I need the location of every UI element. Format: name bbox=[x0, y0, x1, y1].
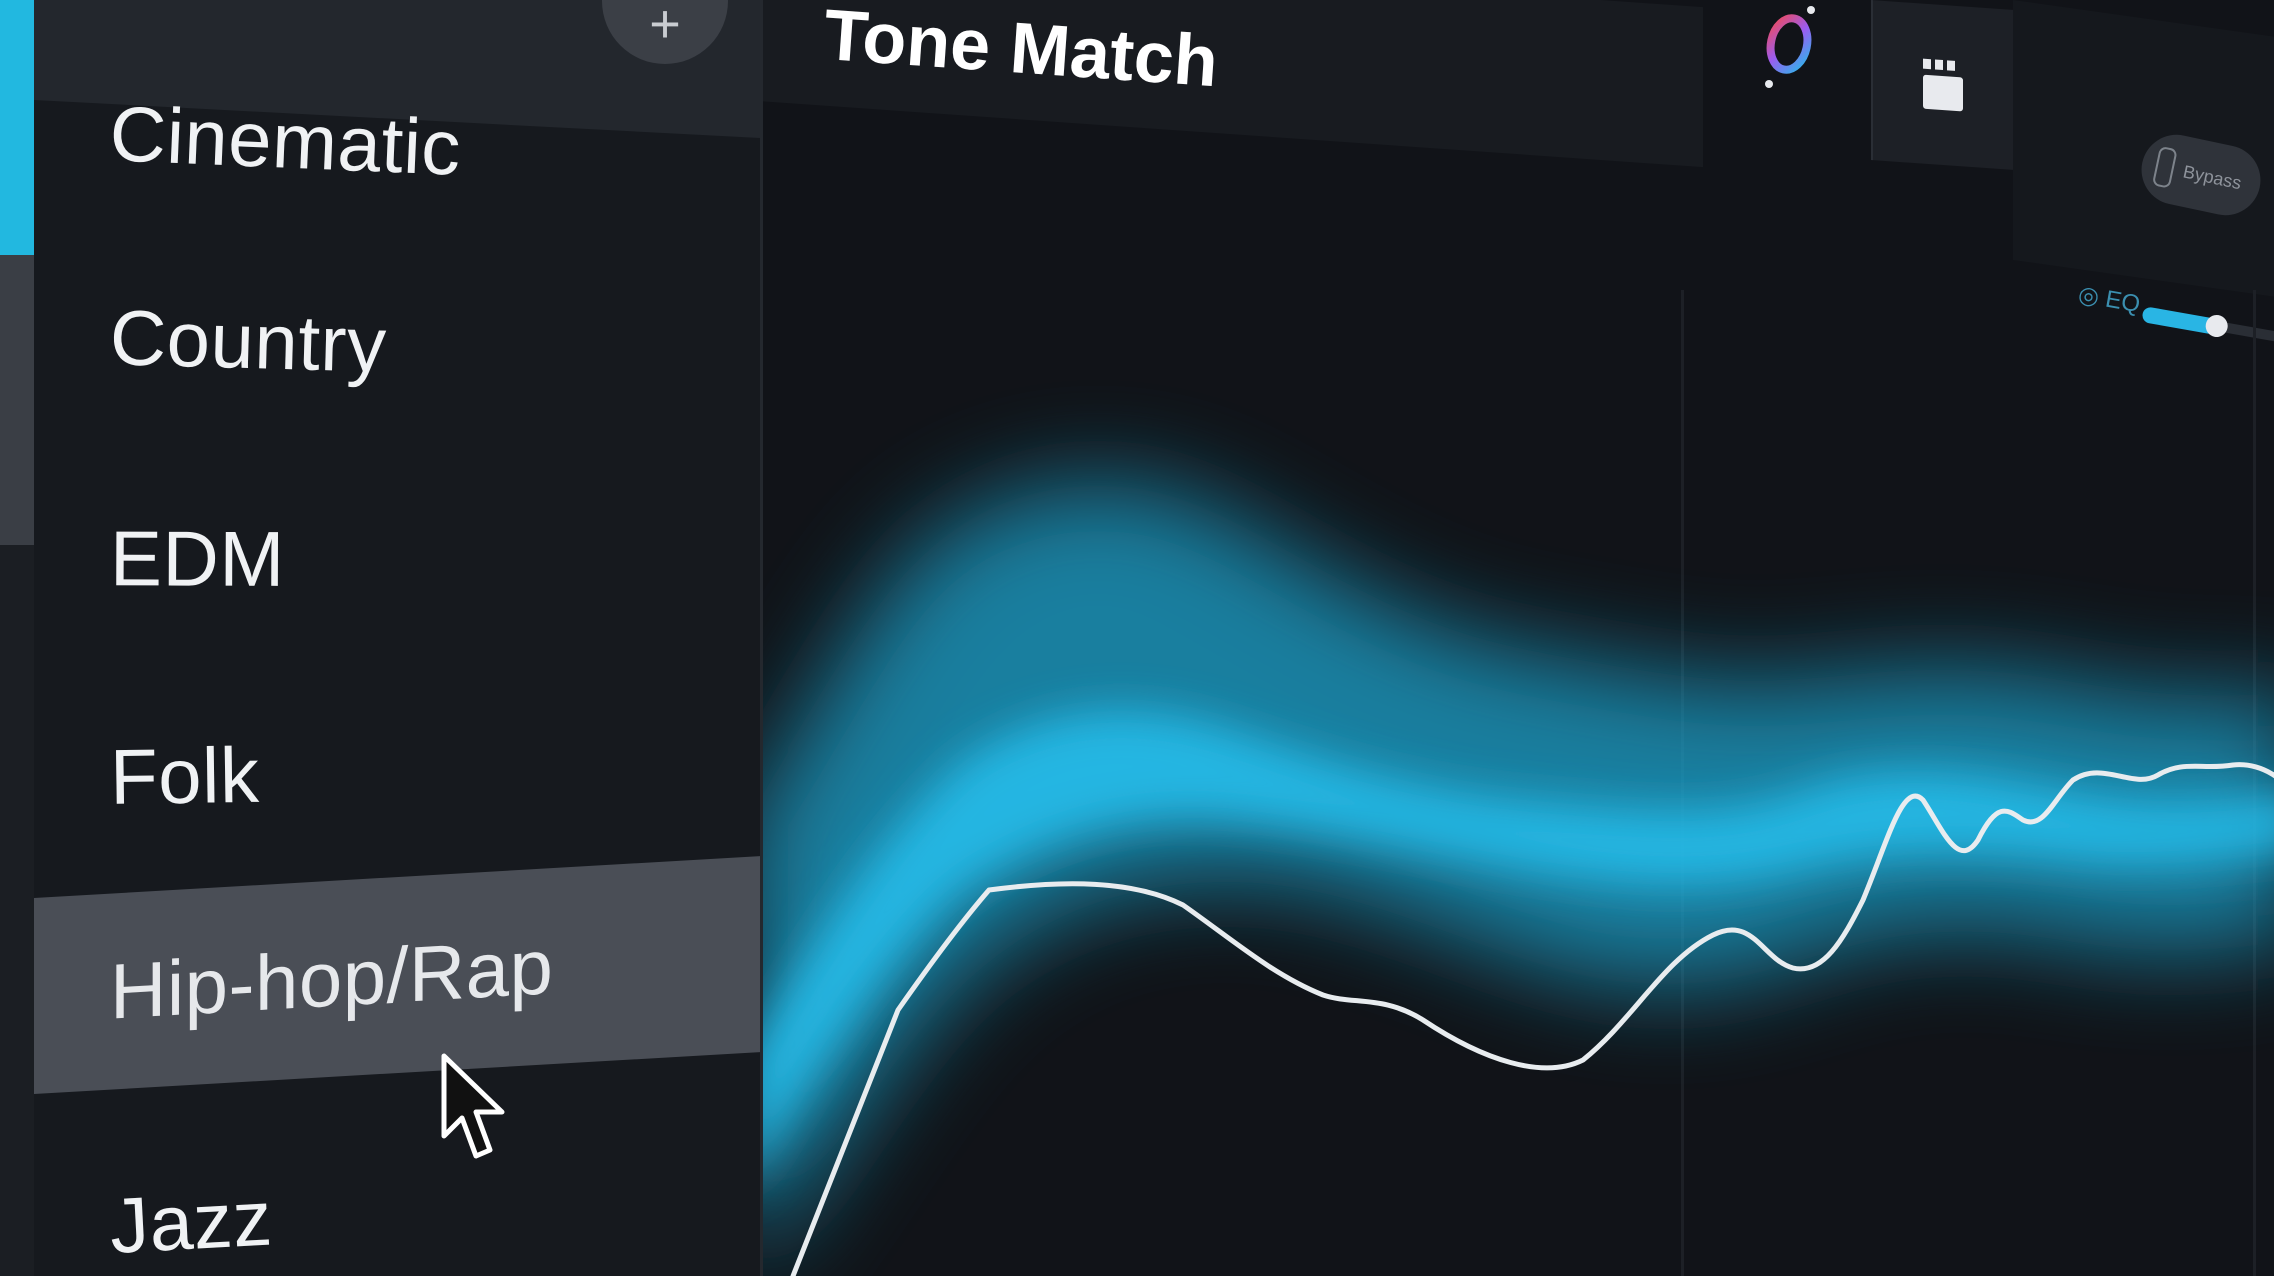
genre-item-label: EDM bbox=[109, 513, 285, 603]
genre-item-folk[interactable]: Folk bbox=[34, 688, 760, 858]
genre-item-label: Folk bbox=[109, 730, 260, 821]
genre-item-cinematic[interactable]: Cinematic bbox=[34, 50, 760, 240]
genre-item-label: Hip-hop/Rap bbox=[110, 921, 554, 1036]
accent-segment-active bbox=[0, 0, 34, 255]
sidebar-accent-strip bbox=[0, 0, 34, 1276]
target-band-glow bbox=[763, 482, 2274, 1251]
tone-match-spectrum-display bbox=[763, 482, 2274, 1276]
accent-segment-inactive bbox=[0, 255, 34, 545]
genre-item-label: Country bbox=[108, 292, 388, 389]
genre-item-label: Cinematic bbox=[108, 88, 463, 192]
genre-item-edm[interactable]: EDM bbox=[34, 478, 760, 641]
genre-item-jazz[interactable]: Jazz bbox=[34, 1112, 760, 1276]
genre-item-country[interactable]: Country bbox=[34, 255, 760, 435]
genre-item-label: Jazz bbox=[107, 1173, 275, 1270]
plus-icon: + bbox=[649, 0, 681, 54]
tone-match-main-area: Tone Match Bypass ◎ EQ bbox=[763, 0, 2274, 1276]
mouse-cursor-icon bbox=[441, 1053, 505, 1159]
genre-list-panel: + Cinematic Country EDM Folk Hip-hop/Rap… bbox=[34, 0, 763, 1276]
genre-item-hip-hop-rap[interactable]: Hip-hop/Rap bbox=[34, 856, 760, 1094]
